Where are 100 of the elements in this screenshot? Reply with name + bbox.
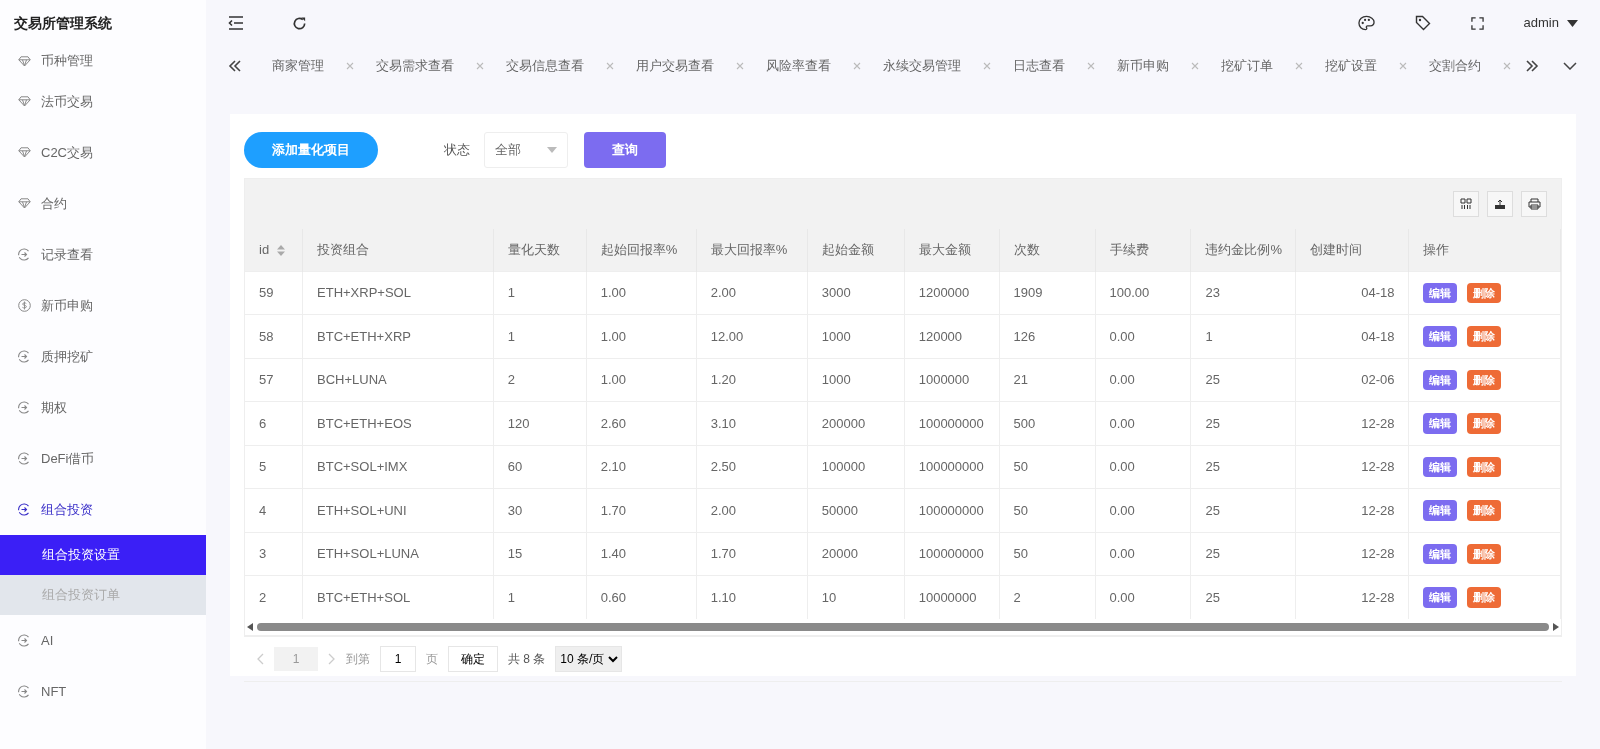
print-icon[interactable] [1521,191,1547,217]
caret-icon [1567,19,1578,27]
delete-button[interactable]: 删除 [1467,369,1502,390]
page-input[interactable]: 1 [380,646,416,672]
columns-icon[interactable] [1453,191,1479,217]
table-cell: 59 [259,285,274,300]
table-cell: BTC+ETH+EOS [317,415,412,431]
close-icon[interactable] [983,62,991,70]
tab[interactable]: 永续交易管理 [883,56,961,76]
scroll-right-icon[interactable] [1553,623,1559,631]
sidebar-item[interactable]: 组合投资 [0,484,206,535]
edit-button[interactable]: 编辑 [1423,587,1458,608]
close-icon[interactable] [1503,62,1511,70]
sidebar-item[interactable]: 记录查看 [0,229,206,280]
tab[interactable]: 新币申购 [1117,56,1169,76]
chevron-down-icon[interactable] [1563,62,1577,70]
user-menu[interactable]: admin [1523,13,1578,33]
delete-button[interactable]: 删除 [1467,587,1502,608]
sidebar-item[interactable]: 期权 [0,382,206,433]
edit-button[interactable]: 编辑 [1423,500,1458,521]
scroll-left-icon[interactable] [228,60,242,72]
fullscreen-icon[interactable] [1470,16,1484,30]
close-icon[interactable] [736,62,744,70]
status-select[interactable]: 全部 [484,132,568,168]
column-header: 投资组合 [317,242,370,257]
table-cell: 1.20 [710,372,737,387]
scroll-right-icon[interactable] [1525,60,1539,72]
tab[interactable]: 交易信息查看 [506,56,584,76]
table-cell: 126 [1013,328,1036,344]
app-title: 交易所管理系统 [13,13,113,33]
sidebar-item[interactable]: AI [0,615,206,666]
confirm-button[interactable]: 确定 [448,646,498,672]
sidebar-item[interactable]: 质押挖矿 [0,331,206,382]
prev-page-icon[interactable] [256,653,264,665]
close-icon[interactable] [1399,62,1407,70]
login-icon [18,248,31,261]
next-page-icon[interactable] [328,653,336,665]
edit-button[interactable]: 编辑 [1423,369,1458,390]
export-icon[interactable] [1487,191,1513,217]
sidebar-item[interactable]: DeFi借币 [0,433,206,484]
tab[interactable]: 挖矿设置 [1325,56,1377,76]
column-header: 最大回报率% [710,242,788,257]
edit-button[interactable]: 编辑 [1423,326,1458,347]
table-cell: 1 [507,589,516,605]
tab[interactable]: 挖矿订单 [1221,56,1273,76]
tab[interactable]: 交割合约 [1429,56,1481,76]
delete-button[interactable]: 删除 [1467,413,1502,434]
table-cell: 120 [507,415,530,431]
table-cell: 4 [259,502,267,518]
delete-button[interactable]: 删除 [1467,456,1502,477]
sidebar-item[interactable]: 币种管理 [0,46,206,76]
delete-button[interactable]: 删除 [1467,543,1502,564]
delete-button[interactable]: 删除 [1467,500,1502,521]
sort-icon[interactable] [277,245,286,257]
close-icon[interactable] [606,62,614,70]
palette-icon[interactable] [1357,15,1375,31]
tab[interactable]: 交易需求查看 [376,56,454,76]
table-cell: 04-18 [1361,285,1395,300]
query-button[interactable]: 查询 [584,132,666,168]
edit-button[interactable]: 编辑 [1423,543,1458,564]
tag-icon[interactable] [1414,15,1431,31]
delete-button[interactable]: 删除 [1467,282,1502,303]
close-icon[interactable] [476,62,484,70]
login-icon [18,350,31,363]
table-cell: 15 [507,546,523,561]
sidebar-item[interactable]: C2C交易 [0,127,206,178]
close-icon[interactable] [1087,62,1095,70]
scrollbar-thumb[interactable] [257,623,1549,631]
tab[interactable]: 商家管理 [272,56,324,76]
edit-button[interactable]: 编辑 [1423,413,1458,434]
total-count: 共 8 条 [508,651,546,668]
table-cell: ETH+XRP+SOL [317,285,411,300]
tab[interactable]: 用户交易查看 [636,56,714,76]
tab[interactable]: 日志查看 [1013,56,1065,76]
edit-button[interactable]: 编辑 [1423,456,1458,477]
table-cell: BTC+ETH+SOL [317,589,411,605]
diamond-icon [18,147,31,158]
close-icon[interactable] [346,62,354,70]
sidebar-item[interactable]: 合约 [0,178,206,229]
table-cell: 12-28 [1361,415,1395,431]
close-icon[interactable] [1295,62,1303,70]
sidebar-item[interactable]: NFT [0,666,206,717]
tab[interactable]: 风险率查看 [766,56,831,76]
sidebar-item[interactable]: 法币交易 [0,76,206,127]
table-cell: 100000000 [918,502,984,518]
delete-button[interactable]: 删除 [1467,326,1502,347]
scroll-left-icon[interactable] [247,623,253,631]
refresh-icon[interactable] [292,15,307,31]
page-size-select[interactable]: 10 条/页 [555,646,623,672]
diamond-icon [18,96,31,107]
edit-button[interactable]: 编辑 [1423,282,1458,303]
submenu-item[interactable]: 组合投资设置 [0,535,206,575]
table-cell: 50 [1013,546,1029,561]
table-cell: 2.10 [600,459,627,474]
close-icon[interactable] [853,62,861,70]
sidebar-item[interactable]: 新币申购 [0,280,206,331]
table-cell: 1000 [821,328,851,344]
close-icon[interactable] [1191,62,1199,70]
menu-icon[interactable] [228,16,244,30]
table-cell: 50 [1013,459,1029,474]
